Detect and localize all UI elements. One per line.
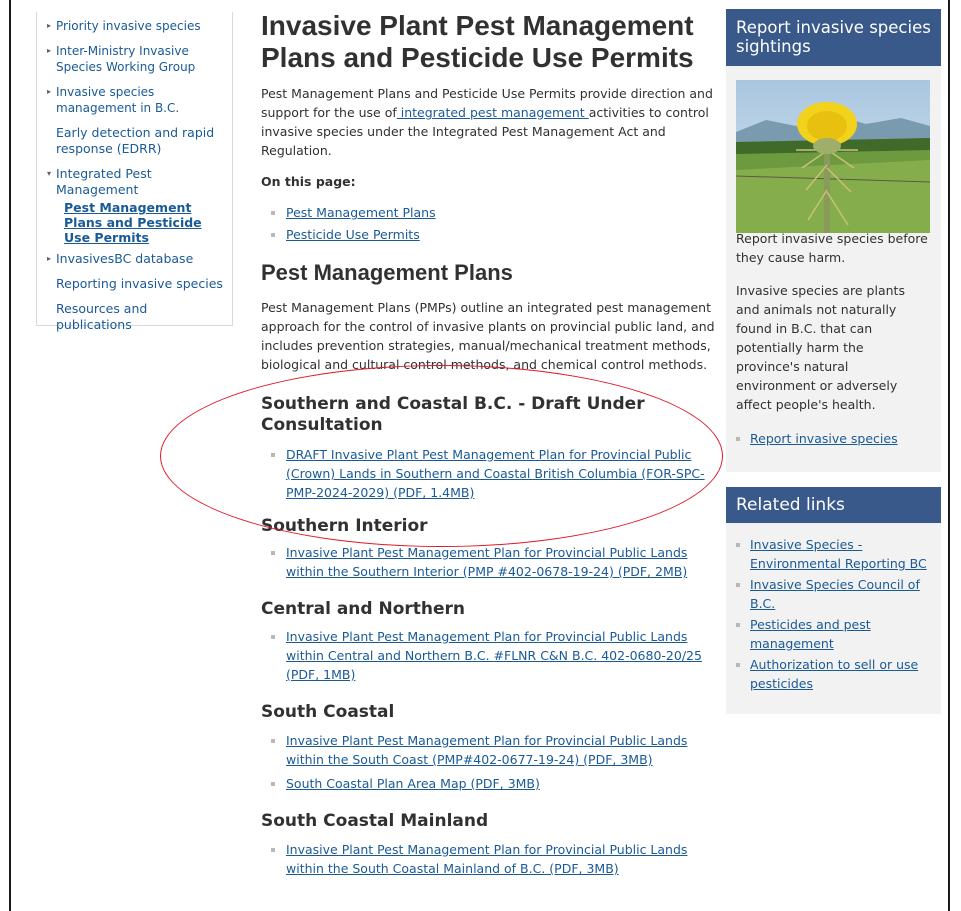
- pmp-heading: Pest Management Plans: [261, 260, 513, 285]
- related-link-invasive-species-council[interactable]: Invasive Species Council of B.C.: [750, 577, 920, 611]
- bullet-icon: [271, 551, 275, 555]
- list-item: Report invasive species: [736, 429, 931, 448]
- intro-paragraph: Pest Management Plans and Pesticide Use …: [261, 86, 713, 158]
- report-invasive-species-link[interactable]: Report invasive species: [750, 431, 898, 446]
- main-content: Invasive Plant Pest Management Plans and…: [261, 10, 716, 878]
- related-link-pesticides[interactable]: Pesticides and pest management: [750, 617, 871, 651]
- nav-item-reporting[interactable]: Reporting invasive species: [47, 276, 224, 292]
- nav-item-edrr[interactable]: Early detection and rapid response (EDRR…: [47, 125, 224, 157]
- list-item: Invasive Species Council of B.C.: [736, 575, 931, 613]
- report-box-body: Report invasive species before they caus…: [726, 66, 941, 472]
- nav-item-integrated-pest-management[interactable]: ▾ Integrated Pest Management Pest Manage…: [47, 166, 224, 245]
- bullet-icon: [736, 437, 740, 441]
- related-links-box: Related links Invasive Species - Environ…: [726, 487, 941, 714]
- report-box-text-2: Invasive species are plants and animals …: [736, 283, 905, 412]
- draft-pmp-link[interactable]: DRAFT Invasive Plant Pest Management Pla…: [286, 447, 705, 500]
- south-coastal-mainland-pmp-link[interactable]: Invasive Plant Pest Management Plan for …: [286, 842, 687, 876]
- list-item: Invasive Plant Pest Management Plan for …: [261, 840, 716, 878]
- list-item: Pesticides and pest management: [736, 615, 931, 653]
- section-heading: Central and Northern: [261, 599, 466, 619]
- bullet-icon: [271, 848, 275, 852]
- nav-item-resources[interactable]: Resources and publications: [47, 301, 224, 333]
- toc-item: Pest Management Plans: [261, 203, 716, 222]
- bullet-icon: [271, 233, 275, 237]
- section-heading: Southern and Coastal B.C. - Draft Under …: [261, 394, 645, 435]
- section-heading: South Coastal Mainland: [261, 811, 489, 831]
- list-item: Invasive Plant Pest Management Plan for …: [261, 543, 716, 581]
- bullet-icon: [736, 623, 740, 627]
- central-northern-pmp-link[interactable]: Invasive Plant Pest Management Plan for …: [286, 629, 702, 682]
- bullet-icon: [271, 635, 275, 639]
- report-box-title: Report invasive species sightings: [726, 9, 941, 66]
- report-sightings-box: Report invasive species sightings Report…: [726, 9, 941, 472]
- on-this-page-label: On this page:: [261, 174, 356, 189]
- related-link-authorization[interactable]: Authorization to sell or use pesticides: [750, 657, 918, 691]
- related-links-body: Invasive Species - Environmental Reporti…: [726, 523, 941, 714]
- south-coastal-map-link[interactable]: South Coastal Plan Area Map (PDF, 3MB): [286, 776, 540, 791]
- list-item: South Coastal Plan Area Map (PDF, 3MB): [261, 774, 716, 793]
- left-navigation: ▸ Priority invasive species ▸ Inter-Mini…: [36, 12, 233, 332]
- thistle-flower-icon: [736, 80, 930, 233]
- thistle-flower-photo: [736, 80, 930, 233]
- nav-item-invasivesbc-database[interactable]: ▸ InvasivesBC database: [47, 251, 224, 267]
- bullet-icon: [271, 739, 275, 743]
- section-heading: Southern Interior: [261, 516, 428, 536]
- related-links-title: Related links: [726, 487, 941, 523]
- list-item: Authorization to sell or use pesticides: [736, 655, 931, 693]
- caret-right-icon: ▸: [47, 21, 52, 30]
- toc-list: Pest Management Plans Pesticide Use Perm…: [261, 203, 716, 244]
- nav-item-working-group[interactable]: ▸ Inter-Ministry Invasive Species Workin…: [47, 43, 224, 75]
- caret-down-icon: ▾: [47, 169, 52, 178]
- bullet-icon: [271, 782, 275, 786]
- page-title: Invasive Plant Pest Management Plans and…: [261, 10, 694, 73]
- section-heading: South Coastal: [261, 702, 395, 722]
- toc-item: Pesticide Use Permits: [261, 225, 716, 244]
- nav-item-priority-invasive-species[interactable]: ▸ Priority invasive species: [47, 18, 224, 34]
- integrated-pest-management-link[interactable]: integrated pest management: [397, 105, 589, 120]
- list-item: Invasive Plant Pest Management Plan for …: [261, 731, 716, 769]
- caret-right-icon: ▸: [47, 46, 52, 55]
- report-box-text-1: Report invasive species before they caus…: [736, 231, 928, 265]
- toc-link-pesticide-use-permits[interactable]: Pesticide Use Permits: [286, 227, 420, 242]
- nav-item-management-in-bc[interactable]: ▸ Invasive species management in B.C.: [47, 84, 224, 116]
- toc-link-pest-management-plans[interactable]: Pest Management Plans: [286, 205, 436, 220]
- bullet-icon: [271, 211, 275, 215]
- bullet-icon: [736, 583, 740, 587]
- southern-interior-pmp-link[interactable]: Invasive Plant Pest Management Plan for …: [286, 545, 687, 579]
- list-item: Invasive Species - Environmental Reporti…: [736, 535, 931, 573]
- pmp-paragraph: Pest Management Plans (PMPs) outline an …: [261, 300, 715, 372]
- caret-right-icon: ▸: [47, 87, 52, 96]
- bullet-icon: [736, 543, 740, 547]
- south-coast-pmp-link[interactable]: Invasive Plant Pest Management Plan for …: [286, 733, 687, 767]
- related-link-environmental-reporting[interactable]: Invasive Species - Environmental Reporti…: [750, 537, 927, 571]
- list-item: Invasive Plant Pest Management Plan for …: [261, 627, 716, 684]
- bullet-icon: [271, 453, 275, 457]
- caret-right-icon: ▸: [47, 254, 52, 263]
- list-item: DRAFT Invasive Plant Pest Management Pla…: [261, 445, 716, 502]
- nav-item-active-pmp[interactable]: Pest Management Plans and Pesticide Use …: [64, 200, 224, 245]
- bullet-icon: [736, 663, 740, 667]
